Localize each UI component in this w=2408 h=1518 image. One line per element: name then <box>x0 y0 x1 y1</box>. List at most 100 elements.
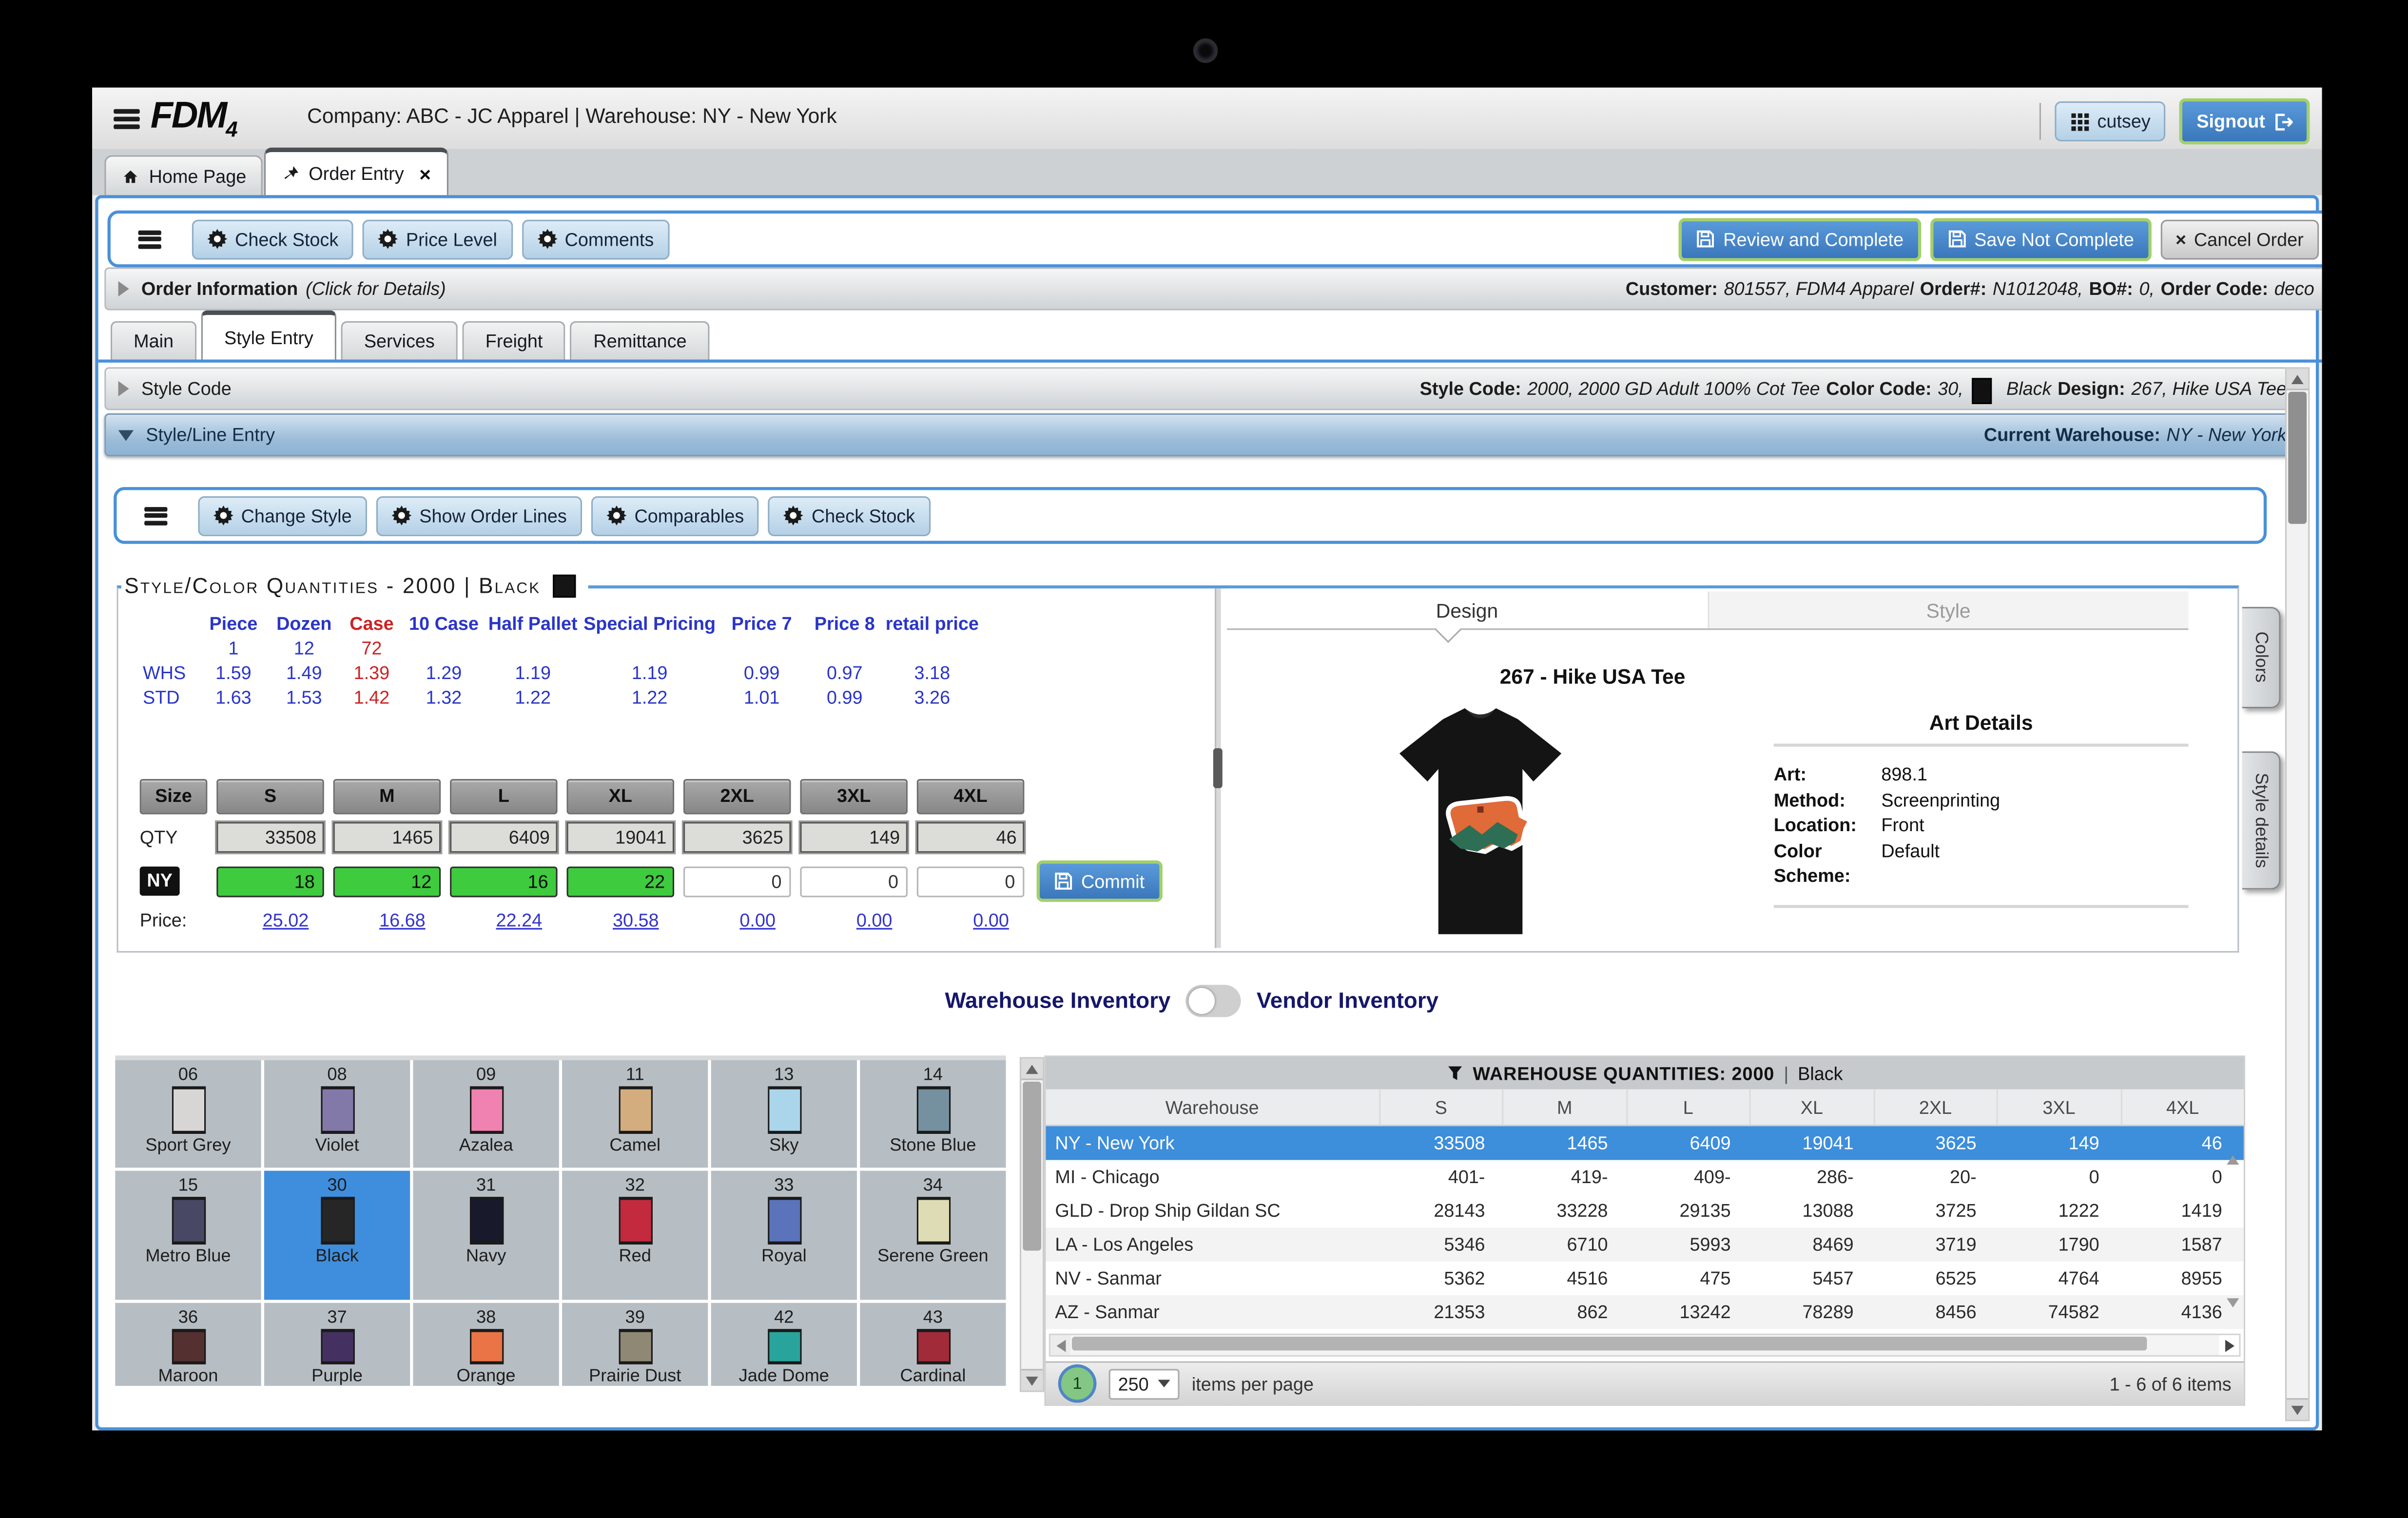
size-header-xl[interactable]: XL <box>567 779 675 814</box>
color-cell-purple[interactable]: 37Purple <box>264 1303 410 1386</box>
scroll-down-arrow[interactable] <box>2287 1398 2308 1420</box>
color-cell-serene-green[interactable]: 34Serene Green <box>860 1171 1006 1300</box>
save-not-complete-button[interactable]: Save Not Complete <box>1930 217 2151 260</box>
color-cell-violet[interactable]: 08Violet <box>264 1060 410 1168</box>
order-qty-input[interactable]: 22 <box>567 866 675 896</box>
close-tab-icon[interactable]: × <box>419 162 431 185</box>
size-header-m[interactable]: M <box>333 779 441 814</box>
scroll-up-arrow[interactable] <box>1021 1059 1043 1080</box>
warehouse-col-4xl[interactable]: 4XL <box>2120 1090 2244 1125</box>
comments-button[interactable]: Comments <box>522 219 669 259</box>
commit-button[interactable]: Commit <box>1037 860 1163 902</box>
scroll-down-arrow[interactable] <box>1021 1369 1043 1390</box>
tab-freight[interactable]: Freight <box>462 321 565 360</box>
inventory-toggle-switch[interactable] <box>1186 985 1241 1017</box>
size-header-4xl[interactable]: 4XL <box>917 779 1025 814</box>
side-tab-colors[interactable]: Colors <box>2242 607 2281 708</box>
tab-style[interactable]: Style <box>1707 591 2189 628</box>
warehouse-col-xl[interactable]: XL <box>1749 1090 1873 1125</box>
scroll-left-arrow[interactable] <box>1050 1335 1070 1355</box>
color-cell-prairie-dust[interactable]: 39Prairie Dust <box>562 1303 708 1386</box>
order-qty-input[interactable]: 12 <box>333 866 441 896</box>
price-link[interactable]: 30.58 <box>567 910 675 931</box>
color-cell-sky[interactable]: 13Sky <box>711 1060 857 1168</box>
size-header-s[interactable]: S <box>216 779 324 814</box>
scroll-right-arrow[interactable] <box>2219 1335 2239 1355</box>
color-cell-cardinal[interactable]: 43Cardinal <box>860 1303 1006 1386</box>
tab-services[interactable]: Services <box>341 321 458 360</box>
warehouse-col-m[interactable]: M <box>1502 1090 1626 1125</box>
side-tab-style-details[interactable]: Style details <box>2242 751 2281 890</box>
warehouse-row-mi-chicago[interactable]: MI - Chicago401-419-409-286-20-00 <box>1046 1160 2243 1194</box>
color-cell-jade-dome[interactable]: 42Jade Dome <box>711 1303 857 1386</box>
color-cell-royal[interactable]: 33Royal <box>711 1171 857 1300</box>
order-information-bar[interactable]: Order Information (Click for Details) Cu… <box>104 267 2322 310</box>
price-level-button[interactable]: Price Level <box>363 219 513 259</box>
order-qty-input[interactable]: 0 <box>683 866 791 896</box>
check-stock-button[interactable]: Check Stock <box>192 219 354 259</box>
warehouse-col-2xl[interactable]: 2XL <box>1873 1090 1997 1125</box>
size-header-2xl[interactable]: 2XL <box>683 779 791 814</box>
warehouse-row-ny-new-york[interactable]: NY - New York335081465640919041362514946 <box>1046 1126 2243 1160</box>
tab-remittance[interactable]: Remittance <box>570 321 710 360</box>
warehouse-col-s[interactable]: S <box>1379 1090 1502 1125</box>
price-link[interactable]: 0.00 <box>683 910 791 931</box>
items-per-page-select[interactable]: 250 <box>1109 1368 1180 1399</box>
table-scroll-down-icon[interactable] <box>2227 1307 2239 1335</box>
toolbar-menu-icon[interactable] <box>144 506 167 525</box>
order-qty-input[interactable]: 0 <box>917 866 1025 896</box>
color-cell-black[interactable]: 30Black <box>264 1171 410 1300</box>
color-cell-stone-blue[interactable]: 14Stone Blue <box>860 1060 1006 1168</box>
warehouse-col-warehouse[interactable]: Warehouse <box>1046 1090 1378 1125</box>
warehouse-col-3xl[interactable]: 3XL <box>1997 1090 2120 1125</box>
signout-button[interactable]: Signout <box>2180 98 2310 145</box>
price-link[interactable]: 16.68 <box>333 910 441 931</box>
table-scroll-up-icon[interactable] <box>2227 1129 2239 1157</box>
tab-design[interactable]: Design <box>1227 591 1707 628</box>
color-grid-scrollbar[interactable] <box>1020 1057 1044 1392</box>
cancel-order-button[interactable]: × Cancel Order <box>2160 219 2319 259</box>
panel-splitter[interactable] <box>1215 588 1221 948</box>
check-stock-line-button[interactable]: Check Stock <box>769 495 931 535</box>
show-order-lines-button[interactable]: Show Order Lines <box>376 495 582 535</box>
order-qty-input[interactable]: 16 <box>450 866 558 896</box>
price-link[interactable]: 22.24 <box>450 910 558 931</box>
scrollbar-thumb[interactable] <box>1023 1082 1041 1251</box>
change-style-button[interactable]: Change Style <box>198 495 367 535</box>
warehouse-row-nv-sanmar[interactable]: NV - Sanmar536245164755457652547648955 <box>1046 1262 2243 1295</box>
order-qty-input[interactable]: 18 <box>216 866 324 896</box>
tab-main[interactable]: Main <box>111 321 196 360</box>
size-header-3xl[interactable]: 3XL <box>800 779 908 814</box>
tab-order-entry[interactable]: Order Entry × <box>264 148 448 195</box>
scrollbar-thumb[interactable] <box>2288 392 2307 524</box>
size-header-l[interactable]: L <box>450 779 558 814</box>
warehouse-row-gld-drop-ship-gildan-sc[interactable]: GLD - Drop Ship Gildan SC281433322829135… <box>1046 1194 2243 1227</box>
order-qty-input[interactable]: 0 <box>800 866 908 896</box>
scrollbar-thumb[interactable] <box>1072 1337 2147 1350</box>
style-line-entry-bar[interactable]: Style/Line Entry Current Warehouse: NY -… <box>104 413 2307 456</box>
page-scrollbar[interactable] <box>2285 367 2310 1421</box>
toolbar-menu-icon[interactable] <box>138 230 161 248</box>
review-and-complete-button[interactable]: Review and Complete <box>1679 217 1921 260</box>
tab-style-entry[interactable]: Style Entry <box>201 311 336 360</box>
color-cell-orange[interactable]: 38Orange <box>413 1303 559 1386</box>
price-link[interactable]: 25.02 <box>216 910 324 931</box>
price-link[interactable]: 0.00 <box>800 910 908 931</box>
page-number-button[interactable]: 1 <box>1058 1364 1097 1403</box>
color-cell-metro-blue[interactable]: 15Metro Blue <box>115 1171 261 1300</box>
price-link[interactable]: 0.00 <box>917 910 1025 931</box>
main-menu-icon[interactable] <box>114 109 140 129</box>
color-cell-red[interactable]: 32Red <box>562 1171 708 1300</box>
color-cell-camel[interactable]: 11Camel <box>562 1060 708 1168</box>
comparables-button[interactable]: Comparables <box>591 495 759 535</box>
color-cell-maroon[interactable]: 36Maroon <box>115 1303 261 1386</box>
color-cell-azalea[interactable]: 09Azalea <box>413 1060 559 1168</box>
user-apps-button[interactable]: cutsey <box>2054 101 2166 141</box>
warehouse-row-la-los-angeles[interactable]: LA - Los Angeles534667105993846937191790… <box>1046 1227 2243 1261</box>
style-code-bar[interactable]: Style Code Style Code: 2000, 2000 GD Adu… <box>104 367 2307 410</box>
warehouse-col-l[interactable]: L <box>1626 1090 1749 1125</box>
color-cell-navy[interactable]: 31Navy <box>413 1171 559 1300</box>
tab-home-page[interactable]: Home Page <box>104 155 263 195</box>
warehouse-row-az-sanmar[interactable]: AZ - Sanmar21353862132427828984567458241… <box>1046 1295 2243 1329</box>
color-cell-sport-grey[interactable]: 06Sport Grey <box>115 1060 261 1168</box>
